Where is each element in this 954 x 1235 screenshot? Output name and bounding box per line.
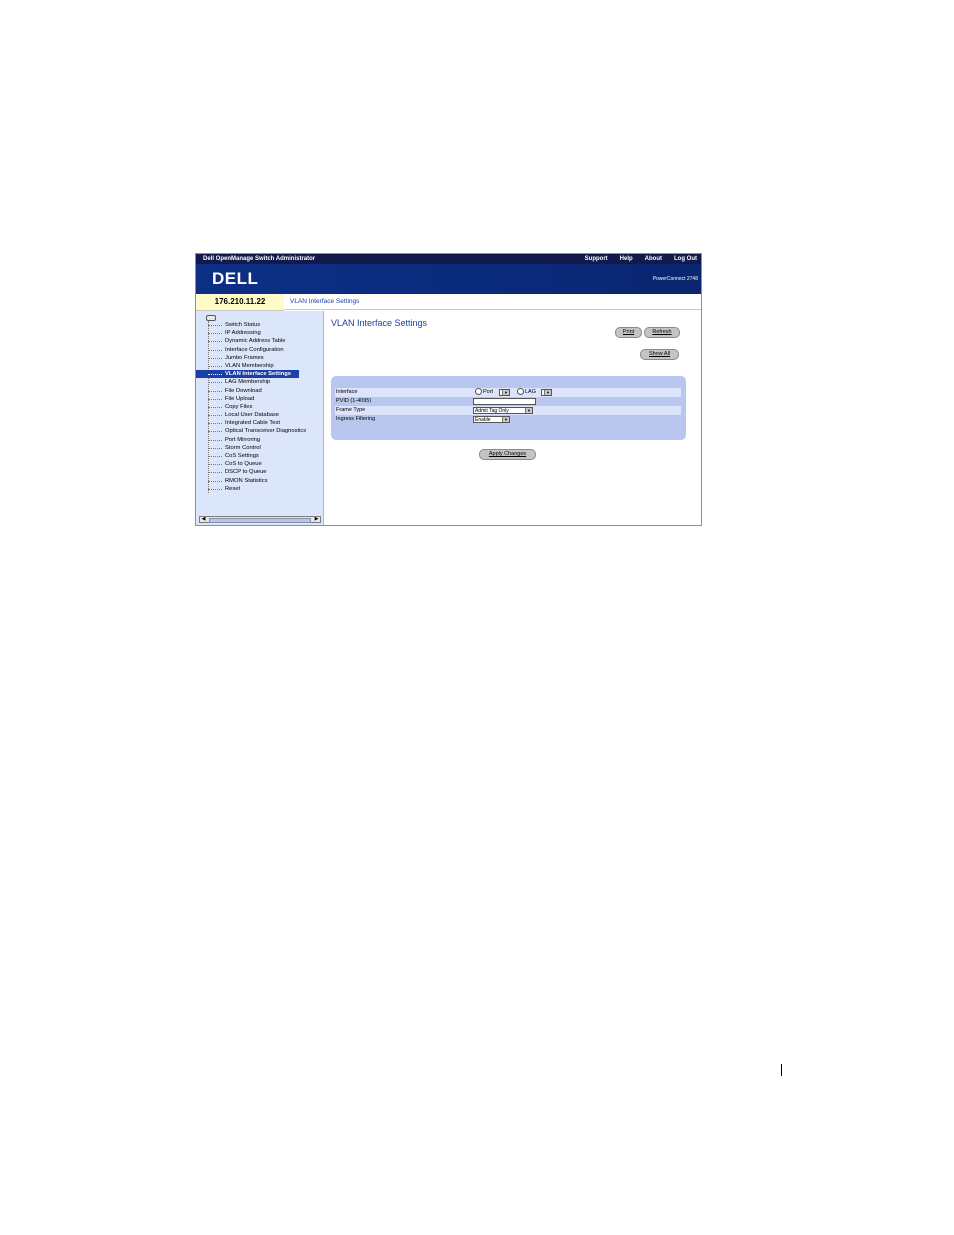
device-ip: 176.210.11.22 — [196, 294, 284, 311]
sidebar-item-dynamic-address-table[interactable]: Dynamic Address Table — [208, 337, 306, 345]
frame-type-select[interactable]: Admit Tag Only ▼ — [473, 407, 533, 414]
ingress-value: Enable — [475, 417, 491, 423]
scroll-right-icon[interactable]: ▶ — [313, 517, 320, 522]
lag-option[interactable]: LAG — [517, 388, 536, 397]
sidebar-item-interface-configuration[interactable]: Interface Configuration — [208, 346, 306, 354]
sidebar-item-local-user-database[interactable]: Local User Database — [208, 411, 306, 419]
pvid-label: PVID (1-4095) — [336, 398, 372, 404]
pvid-input[interactable] — [473, 398, 536, 405]
settings-panel: Interface Port ▼ LAG ▼ PVID (1-4095) Fra… — [331, 376, 686, 440]
app-window: Dell OpenManage Switch Administrator Sup… — [195, 253, 702, 526]
top-bar: Dell OpenManage Switch Administrator Sup… — [196, 254, 701, 264]
sidebar-item-rmon-statistics[interactable]: RMON Statistics — [208, 477, 306, 485]
ingress-label: Ingress Filtering — [336, 416, 376, 422]
sidebar-item-lag-membership[interactable]: LAG Membership — [208, 378, 306, 386]
interface-label: Interface — [336, 389, 358, 395]
about-link[interactable]: About — [645, 254, 662, 264]
chevron-down-icon[interactable]: ▼ — [544, 390, 551, 395]
sidebar-item-cos-settings[interactable]: CoS Settings — [208, 452, 306, 460]
scrollbar-thumb[interactable] — [209, 518, 311, 523]
sidebar-item-ip-addressing[interactable]: IP Addressing — [208, 329, 306, 337]
interface-row: Interface Port ▼ LAG ▼ — [335, 388, 681, 397]
pvid-row: PVID (1-4095) — [335, 397, 681, 406]
sidebar-tree: Switch Status IP Addressing Dynamic Addr… — [196, 311, 324, 525]
scroll-left-icon[interactable]: ◀ — [200, 517, 207, 522]
sidebar-item-port-mirroring[interactable]: Port Mirroring — [208, 436, 306, 444]
help-link[interactable]: Help — [620, 254, 633, 264]
apply-changes-button[interactable]: Apply Changes — [479, 449, 536, 460]
app-title: Dell OpenManage Switch Administrator — [203, 256, 316, 262]
show-all-button[interactable]: Show All — [640, 349, 679, 360]
sidebar-item-copy-files[interactable]: Copy Files — [208, 403, 306, 411]
print-button[interactable]: Print — [615, 327, 642, 338]
logout-link[interactable]: Log Out — [674, 254, 697, 264]
main-content: VLAN Interface Settings Print Refresh Sh… — [324, 311, 701, 525]
lag-select[interactable]: ▼ — [541, 389, 552, 396]
sidebar-item-file-upload[interactable]: File Upload — [208, 395, 306, 403]
lag-radio[interactable] — [517, 388, 524, 396]
lag-label: LAG — [525, 389, 537, 395]
ingress-row: Ingress Filtering Enable ▼ — [335, 415, 681, 424]
chevron-down-icon[interactable]: ▼ — [502, 417, 509, 422]
chevron-down-icon[interactable]: ▼ — [502, 390, 509, 395]
support-link[interactable]: Support — [585, 254, 608, 264]
sidebar-item-integrated-cable-test[interactable]: Integrated Cable Test — [208, 419, 306, 427]
port-radio[interactable] — [475, 388, 482, 396]
sidebar-item-storm-control[interactable]: Storm Control — [208, 444, 306, 452]
frame-type-value: Admit Tag Only — [475, 408, 509, 414]
frame-type-row: Frame Type Admit Tag Only ▼ — [335, 406, 681, 415]
device-model: PowerConnect 2748 — [652, 276, 698, 282]
sidebar-item-switch-status[interactable]: Switch Status — [208, 321, 306, 329]
port-option[interactable]: Port — [475, 388, 493, 397]
sidebar-item-vlan-membership[interactable]: VLAN Membership — [208, 362, 306, 370]
page-margin-mark — [781, 1064, 782, 1076]
sidebar-item-vlan-interface-settings[interactable]: VLAN Interface Settings — [196, 370, 299, 379]
tree-items: Switch Status IP Addressing Dynamic Addr… — [196, 321, 306, 493]
sidebar-item-jumbo-frames[interactable]: Jumbo Frames — [208, 354, 306, 362]
refresh-button[interactable]: Refresh — [644, 327, 680, 338]
port-label: Port — [483, 389, 494, 395]
page-title: VLAN Interface Settings — [331, 318, 428, 328]
chevron-down-icon[interactable]: ▼ — [525, 408, 532, 413]
sidebar-item-optical-transceiver-diagnostics[interactable]: Optical Transceiver Diagnostics — [208, 427, 306, 435]
sidebar-item-dscp-to-queue[interactable]: DSCP to Queue — [208, 468, 306, 476]
sidebar-item-cos-to-queue[interactable]: CoS to Queue — [208, 460, 306, 468]
sidebar-item-file-download[interactable]: File Download — [208, 387, 306, 395]
frame-type-label: Frame Type — [336, 407, 366, 413]
port-select[interactable]: ▼ — [499, 389, 510, 396]
dell-logo: DELL — [212, 269, 259, 288]
sidebar-scrollbar[interactable]: ◀ ▶ — [199, 516, 321, 523]
top-links: Support Help About Log Out — [585, 254, 697, 264]
banner: DELL PowerConnect 2748 — [196, 264, 701, 294]
breadcrumb: VLAN Interface Settings — [284, 294, 701, 310]
sidebar-item-reset[interactable]: Reset — [208, 485, 306, 493]
ingress-select[interactable]: Enable ▼ — [473, 416, 510, 423]
